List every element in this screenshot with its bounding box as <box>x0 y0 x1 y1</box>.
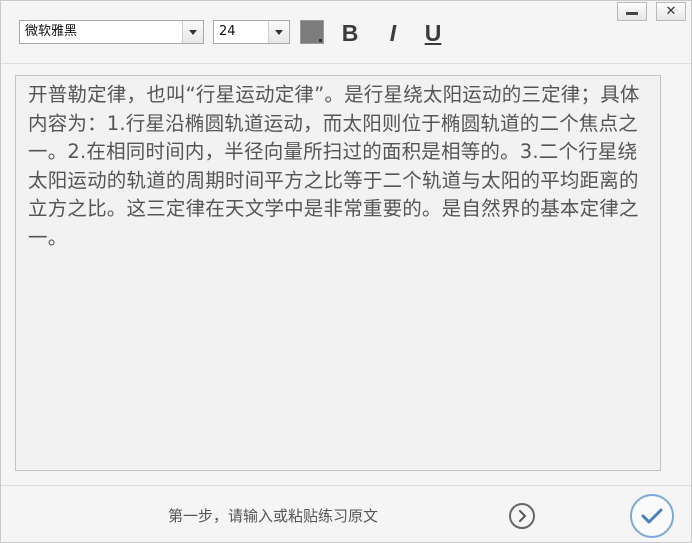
minimize-button[interactable] <box>617 2 647 21</box>
font-size-value: 24 <box>219 24 236 39</box>
text-color-picker[interactable] <box>300 20 324 44</box>
footer-divider <box>1 485 691 486</box>
italic-button[interactable]: I <box>381 19 405 47</box>
font-family-select[interactable]: 微软雅黑 <box>19 20 204 44</box>
editor-window: 微软雅黑 24 B I U ✕ 开普勒定律，也叫“行星运动定律”。是行星绕太阳运… <box>0 0 692 543</box>
checkmark-icon <box>641 508 663 524</box>
format-toolbar: 微软雅黑 24 B I U <box>1 1 691 64</box>
step-hint: 第一步，请输入或粘贴练习原文 <box>168 507 379 525</box>
chevron-down-icon[interactable] <box>182 21 203 43</box>
confirm-button[interactable] <box>630 494 674 538</box>
chevron-right-icon <box>519 510 527 522</box>
close-button[interactable]: ✕ <box>656 2 686 21</box>
close-icon: ✕ <box>665 4 677 19</box>
bold-button[interactable]: B <box>338 19 362 47</box>
chevron-down-icon[interactable] <box>268 21 289 43</box>
font-family-value: 微软雅黑 <box>25 24 78 39</box>
text-editor[interactable]: 开普勒定律，也叫“行星运动定律”。是行星绕太阳运动的三定律；具体内容为：1.行星… <box>15 75 661 471</box>
editor-content[interactable]: 开普勒定律，也叫“行星运动定律”。是行星绕太阳运动的三定律；具体内容为：1.行星… <box>16 76 660 257</box>
next-step-button[interactable] <box>509 503 535 529</box>
font-size-select[interactable]: 24 <box>213 20 290 44</box>
minimize-icon <box>626 12 638 15</box>
underline-button[interactable]: U <box>421 19 445 47</box>
